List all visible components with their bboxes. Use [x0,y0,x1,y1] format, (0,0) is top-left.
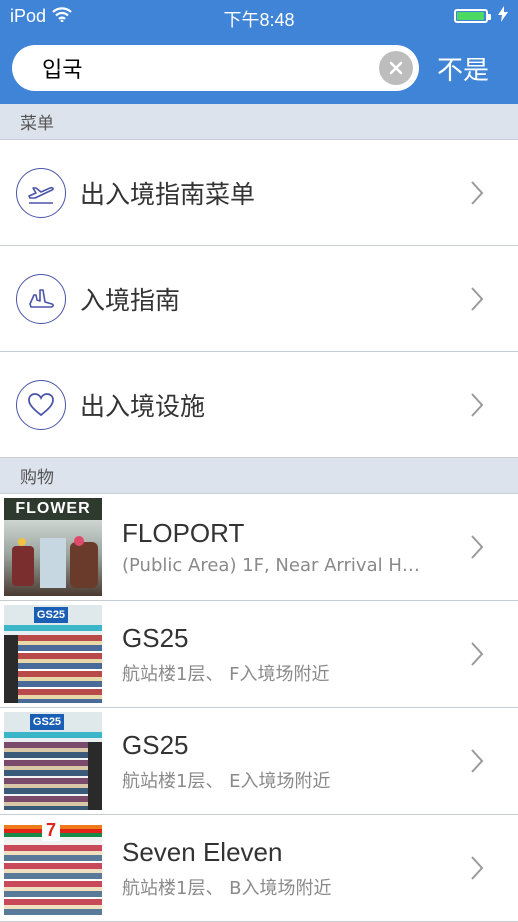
battery-icon [454,9,491,23]
shop-item-gs25-e[interactable]: GS25 GS25 航站楼1层、 E入境场附近 [0,708,518,815]
shop-location: (Public Area) 1F, Near Arrival Hall [122,555,422,576]
shop-location: 航站楼1层、 E入境场附近 [122,770,331,792]
menu-item-arrival-guide[interactable]: 入境指南 [0,246,518,352]
store-sign-text: FLOWER [4,498,102,520]
store-sign-text: 7 [42,819,60,841]
shop-thumbnail: FLOWER [4,498,102,596]
chevron-right-icon [466,392,488,418]
search-box[interactable] [12,45,419,91]
store-sign-text: GS25 [34,607,68,623]
airplane-landing-icon [16,273,66,324]
chevron-right-icon [466,180,488,206]
section-header-menu: 菜单 [0,104,518,140]
shop-item-gs25-f[interactable]: GS25 GS25 航站楼1层、 F入境场附近 [0,601,518,708]
menu-item-facilities[interactable]: 出入境设施 [0,352,518,458]
menu-item-label: 出入境指南菜单 [80,179,256,209]
shop-item-seven-eleven[interactable]: 7 Seven Eleven 航站楼1层、 B入境场附近 [0,815,518,922]
search-row: 不是 [12,45,506,91]
chevron-right-icon [466,855,488,881]
chevron-right-icon [466,748,488,774]
shop-name: GS25 [122,729,189,760]
clear-search-button[interactable] [379,51,413,85]
chevron-right-icon [466,286,488,312]
chevron-right-icon [466,641,488,667]
menu-item-label: 入境指南 [80,285,181,315]
section-header-shopping: 购物 [0,458,518,494]
wifi-icon [52,6,72,27]
airplane-icon [16,167,66,218]
shop-thumbnail: 7 [4,819,102,917]
charging-icon [498,5,508,27]
shop-location: 航站楼1层、 F入境场附近 [122,663,330,685]
shop-thumbnail: GS25 [4,605,102,703]
shop-name: Seven Eleven [122,836,283,867]
heart-icon [16,379,66,430]
app-header: iPod 下午8:48 입국 不是 [0,0,518,104]
cancel-button[interactable]: 不是 [437,50,489,87]
shop-location: 航站楼1层、 B入境场附近 [122,877,332,899]
status-time: 下午8:48 [223,10,295,30]
menu-item-departure-arrival-guide[interactable]: 出入境指南菜单 [0,140,518,246]
carrier-label: iPod [10,5,47,26]
chevron-right-icon [466,534,488,560]
search-input[interactable] [40,54,379,82]
status-bar: iPod 下午8:48 [0,0,518,32]
shop-item-floport[interactable]: FLOWER FLOPORT (Public Area) 1F, Near Ar… [0,494,518,601]
store-sign-text: GS25 [30,714,64,730]
menu-item-label: 出入境设施 [80,391,206,421]
shop-name: GS25 [122,622,189,653]
close-icon [389,61,403,75]
shop-thumbnail: GS25 [4,712,102,810]
shop-name: FLOPORT [122,518,245,548]
